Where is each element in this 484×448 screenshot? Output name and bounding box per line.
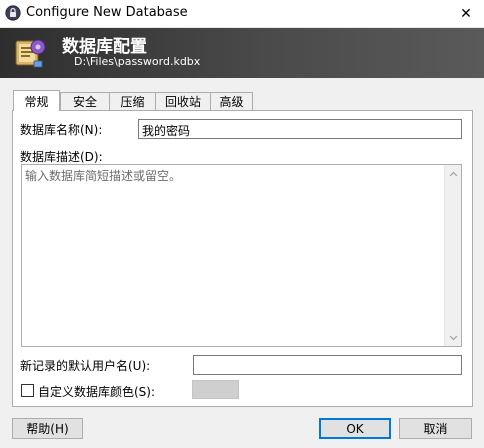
close-icon: ✕ bbox=[460, 6, 472, 22]
database-gear-icon bbox=[15, 39, 46, 68]
help-button-label: 帮助(H) bbox=[26, 422, 69, 436]
tab-advanced[interactable]: 高级 bbox=[210, 92, 253, 110]
database-name-input[interactable]: 我的密码 bbox=[138, 119, 462, 139]
cancel-button-label: 取消 bbox=[423, 422, 448, 436]
scroll-up-button[interactable] bbox=[445, 165, 462, 182]
title-bar: Configure New Database ✕ bbox=[0, 0, 484, 28]
tab-panel-general: 数据库名称(N): 我的密码 数据库描述(D): 输入数据库简短描述或留空。 新… bbox=[12, 110, 473, 407]
ok-button[interactable]: OK bbox=[319, 418, 391, 439]
lock-icon bbox=[5, 5, 21, 21]
banner-title: 数据库配置 bbox=[62, 37, 147, 57]
tab-security[interactable]: 安全 bbox=[60, 92, 110, 110]
chevron-up-icon bbox=[449, 171, 458, 176]
header-banner: 数据库配置 D:\Files\password.kdbx bbox=[0, 28, 484, 78]
description-placeholder: 输入数据库简短描述或留空。 bbox=[25, 169, 182, 183]
tab-label: 压缩 bbox=[120, 95, 145, 109]
chevron-down-icon bbox=[449, 335, 458, 340]
tab-compression[interactable]: 压缩 bbox=[109, 92, 156, 110]
database-name-label: 数据库名称(N): bbox=[20, 123, 103, 137]
default-username-input[interactable] bbox=[193, 355, 462, 375]
close-button[interactable]: ✕ bbox=[448, 0, 484, 28]
database-description-label: 数据库描述(D): bbox=[20, 150, 103, 164]
ok-button-label: OK bbox=[346, 421, 364, 436]
custom-color-checkbox[interactable] bbox=[21, 384, 34, 397]
scroll-down-button[interactable] bbox=[445, 329, 462, 346]
database-path: D:\Files\password.kdbx bbox=[74, 55, 201, 68]
window-title: Configure New Database bbox=[26, 5, 188, 20]
custom-color-button[interactable] bbox=[192, 380, 239, 399]
help-button[interactable]: 帮助(H) bbox=[12, 418, 83, 439]
tab-label: 高级 bbox=[219, 95, 244, 109]
tab-recycle-bin[interactable]: 回收站 bbox=[155, 92, 211, 110]
tab-label: 回收站 bbox=[164, 95, 201, 109]
tab-general[interactable]: 常规 bbox=[13, 90, 60, 111]
custom-color-label: 自定义数据库颜色(S): bbox=[38, 385, 156, 399]
cancel-button[interactable]: 取消 bbox=[399, 418, 472, 439]
database-description-textarea[interactable]: 输入数据库简短描述或留空。 bbox=[21, 164, 462, 347]
tab-label: 安全 bbox=[72, 95, 97, 109]
default-username-label: 新记录的默认用户名(U): bbox=[20, 359, 151, 373]
vertical-scrollbar[interactable] bbox=[444, 165, 461, 346]
tab-label: 常规 bbox=[24, 94, 49, 109]
